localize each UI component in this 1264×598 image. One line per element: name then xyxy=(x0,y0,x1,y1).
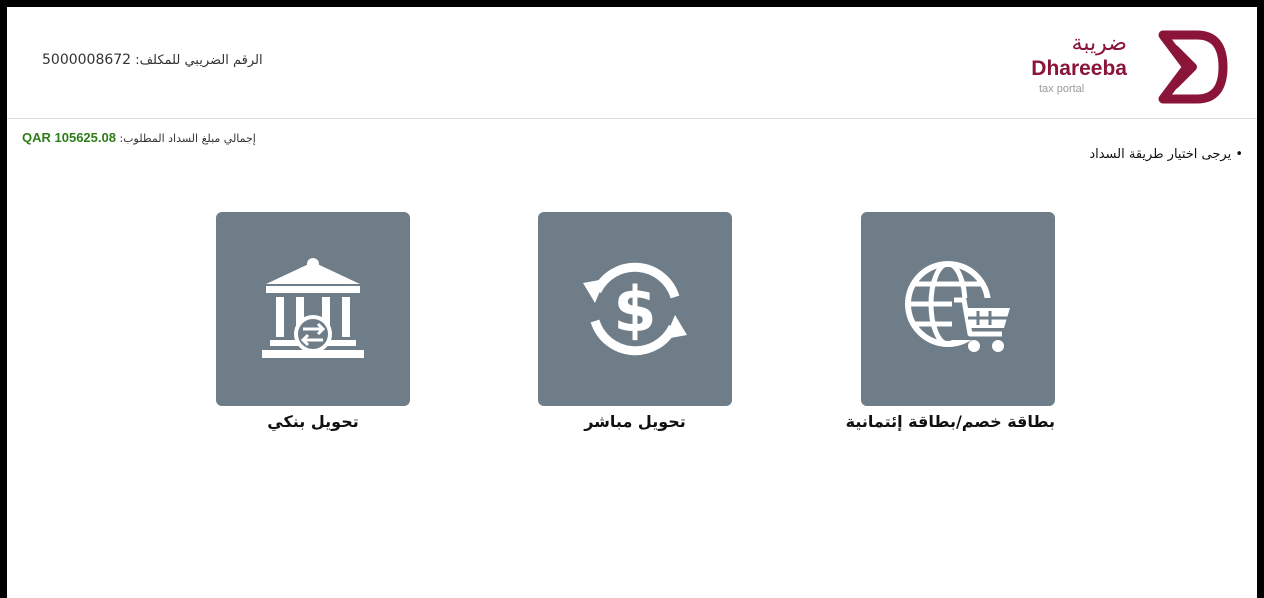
bank-transfer-label[interactable]: تحويل بنكي xyxy=(216,412,410,431)
tax-number-label: الرقم الضريبي للمكلف: xyxy=(135,53,263,68)
direct-transfer-label[interactable]: تحويل مباشر xyxy=(538,412,732,431)
payment-methods: تحويل بنكي $ تحويل مباشر بطاقة خصم/بطاقة… xyxy=(7,212,1257,452)
dollar-exchange-icon: $ xyxy=(583,262,687,356)
tax-number-value: 5000008672 xyxy=(42,52,132,68)
dhareeba-logo-icon xyxy=(1158,30,1228,104)
logo-english-text: Dhareeba xyxy=(1031,57,1127,80)
card-payment-tile[interactable] xyxy=(861,212,1055,406)
header: الرقم الضريبي للمكلف: 5000008672 ضريبة D… xyxy=(7,7,1257,119)
globe-cart-icon xyxy=(905,261,1010,352)
logo-arabic-text: ضريبة xyxy=(1071,31,1127,56)
logo-subtitle: tax portal xyxy=(1039,83,1085,95)
payment-method-direct-transfer[interactable]: $ تحويل مباشر xyxy=(538,212,732,431)
card-payment-label[interactable]: بطاقة خصم/بطاقة إئتمانية xyxy=(846,412,1055,431)
direct-transfer-tile[interactable]: $ xyxy=(538,212,732,406)
svg-text:$: $ xyxy=(613,273,656,346)
total-label: إجمالي مبلغ السداد المطلوب: xyxy=(119,132,256,145)
taxpayer-number: الرقم الضريبي للمكلف: 5000008672 xyxy=(42,52,263,68)
bank-transfer-tile[interactable] xyxy=(216,212,410,406)
payment-instruction: • يرجى اختيار طريقة السداد xyxy=(1089,147,1243,162)
bank-transfer-icon xyxy=(262,258,364,358)
total-amount-value: QAR 105625.08 xyxy=(22,130,116,145)
page-frame: الرقم الضريبي للمكلف: 5000008672 ضريبة D… xyxy=(7,7,1257,598)
payment-method-card[interactable]: بطاقة خصم/بطاقة إئتمانية xyxy=(846,212,1055,431)
dhareeba-logo[interactable]: ضريبة Dhareeba tax portal xyxy=(1029,25,1229,109)
payment-method-bank-transfer[interactable]: تحويل بنكي xyxy=(216,212,410,431)
total-amount-due: إجمالي مبلغ السداد المطلوب: QAR 105625.0… xyxy=(22,130,256,145)
